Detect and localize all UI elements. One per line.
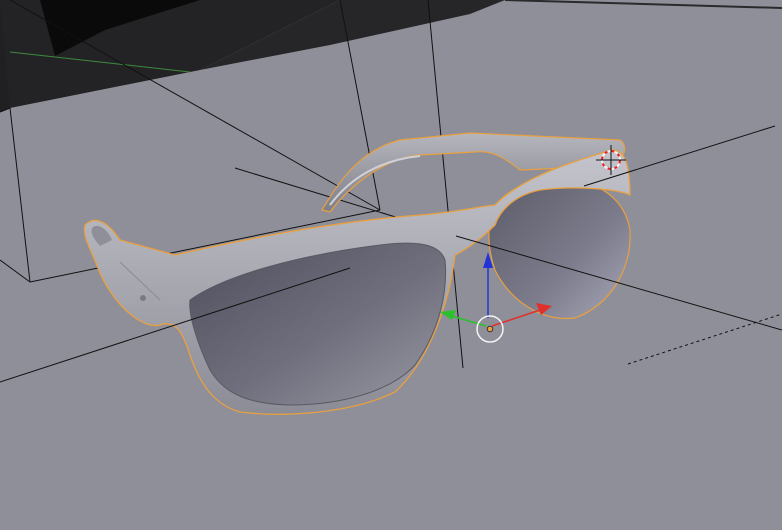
dashed-guide bbox=[627, 313, 782, 365]
object-origin-dot bbox=[486, 325, 494, 333]
y-axis-line[interactable] bbox=[451, 315, 487, 327]
floor-plane bbox=[0, 0, 782, 112]
3d-viewport[interactable] bbox=[0, 0, 782, 530]
x-axis-line[interactable] bbox=[491, 308, 544, 327]
